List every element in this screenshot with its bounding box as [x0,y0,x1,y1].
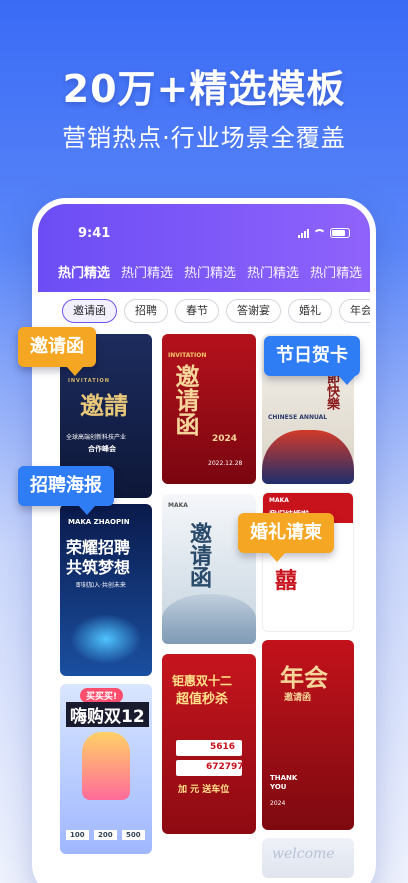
character-illustration [82,732,130,800]
card-text: 加 元 送车位 [178,785,230,795]
callout-holiday-card: 节日贺卡 [264,336,360,385]
callout-invitation: 邀请函 [18,327,96,376]
mountain-graphic [162,594,256,644]
card-text: 全球高端创新科技产业 [66,434,127,441]
card-price: 672797 [206,762,244,772]
card-text: 合作峰会 [88,445,116,453]
status-icons [298,228,350,238]
chip-thanks-banquet[interactable]: 答谢宴 [226,299,281,323]
card-text: THANK [270,774,298,782]
card-text: 即刻加入·共创未来 [76,582,126,589]
card-text: MAKA [269,497,289,504]
template-card-invitation-red[interactable]: INVITATION 邀请函 2024 2022.12.28 [162,334,256,484]
signal-icon [298,228,309,238]
template-card-sale[interactable]: 钜惠双十二 超值秒杀 5616 672797 加 元 送车位 [162,654,256,834]
card-text: 邀请函 [284,693,312,703]
card-title: 邀请函 [171,364,199,436]
filter-chips: 邀请函 招聘 春节 答谢宴 婚礼 年会 [62,299,370,323]
card-title: 年会 [280,664,328,692]
chip-invitation[interactable]: 邀请函 [62,299,117,323]
tab-hot-3[interactable]: 热门精选 [184,262,236,281]
status-time: 9:41 [78,226,111,241]
template-card-annual-party[interactable]: 年会 邀请函 THANK YOU 2024 [262,640,354,830]
card-price: 500 [122,830,145,840]
dragon-illustration [262,430,354,484]
template-grid: INVITATION 邀請 全球高端创新科技产业 合作峰会 INVITATION… [58,334,362,883]
card-price: 5616 [210,742,236,752]
app-header: 9:41 热门精选 热门精选 热门精选 热门精选 热门精选 [38,204,370,292]
card-title: 超值秒杀 [176,692,229,707]
card-text: welcome [272,846,335,862]
card-text: 2024 [212,434,238,444]
battery-icon [330,228,350,238]
card-symbol: 囍 [275,569,298,594]
card-text: INVITATION [68,378,110,384]
subheadline: 营销热点·行业场景全覆盖 [62,124,346,152]
card-text: CHINESE ANNUAL [268,414,328,421]
category-tabs: 热门精选 热门精选 热门精选 热门精选 热门精选 [58,262,362,281]
card-price: 100 [66,830,89,840]
callout-wedding: 婚礼请柬 [238,513,334,562]
card-title: 嗨购双12 [66,702,149,727]
wifi-icon [313,228,326,238]
tab-hot-1[interactable]: 热门精选 [58,262,110,281]
light-graphic [70,614,142,664]
tab-hot-5[interactable]: 热门精选 [310,262,362,281]
card-text: 买买买! [80,688,124,703]
callout-recruit-poster: 招聘海报 [18,466,114,515]
template-card-double-12[interactable]: 买买买! 嗨购双12 100 200 500 [60,684,152,854]
headline: 20万+精选模板 [62,67,346,111]
card-text: MAKA [168,502,188,509]
card-title: 钜惠双十二 [172,674,233,688]
card-title: 共筑梦想 [66,558,131,577]
card-text: 2022.12.28 [208,460,243,467]
template-card-recruit[interactable]: MAKA ZHAOPIN 荣耀招聘 共筑梦想 即刻加入·共创未来 [60,504,152,676]
template-card-welcome[interactable]: welcome [262,838,354,878]
card-text: MAKA ZHAOPIN [68,518,130,526]
tab-hot-4[interactable]: 热门精选 [247,262,299,281]
tab-hot-2[interactable]: 热门精选 [121,262,173,281]
chip-recruit[interactable]: 招聘 [124,299,168,323]
card-text: 2024 [270,800,286,807]
card-price: 200 [94,830,117,840]
card-title: 邀請 [80,392,128,420]
chip-wedding[interactable]: 婚礼 [288,299,332,323]
chip-annual-party[interactable]: 年会 [339,299,370,323]
chip-spring-festival[interactable]: 春节 [175,299,219,323]
card-text: YOU [270,783,287,791]
card-text: INVITATION [168,352,207,359]
card-title: 邀请函 [186,522,211,588]
